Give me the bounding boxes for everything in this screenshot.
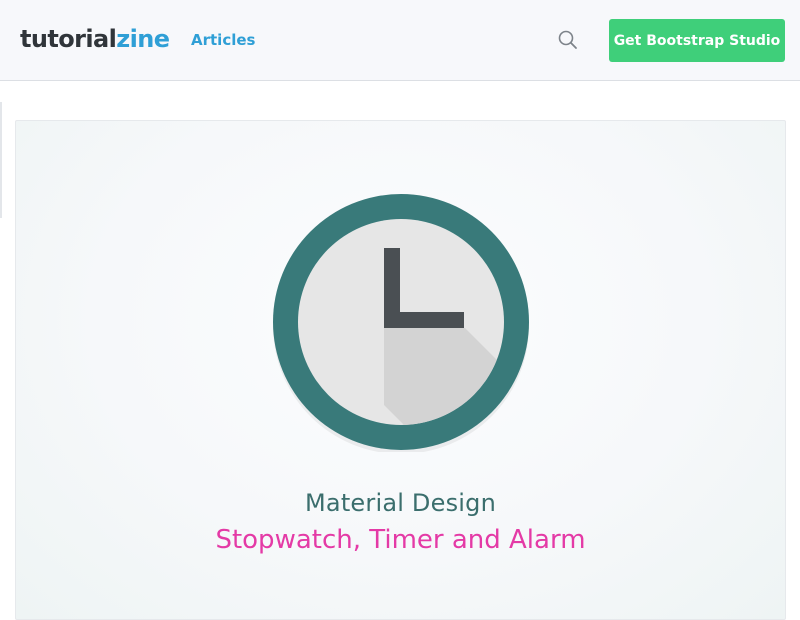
search-icon: [558, 30, 577, 49]
article-hero[interactable]: Material Design Stopwatch, Timer and Ala…: [15, 120, 786, 620]
search-button[interactable]: [557, 29, 579, 51]
get-bootstrap-studio-button[interactable]: Get Bootstrap Studio: [609, 19, 785, 62]
page-edge-divider: [0, 102, 2, 218]
site-logo[interactable]: tutorialzine: [20, 24, 170, 54]
nav-link-articles[interactable]: Articles: [191, 30, 255, 50]
hero-title[interactable]: Stopwatch, Timer and Alarm: [16, 524, 785, 556]
clock-icon: [273, 194, 529, 452]
hero-subtitle: Material Design: [305, 489, 496, 517]
logo-text-primary: tutorial: [20, 25, 117, 53]
logo-text-accent: zine: [116, 25, 170, 53]
site-header: tutorialzine Articles Get Bootstrap Stud…: [0, 0, 800, 81]
